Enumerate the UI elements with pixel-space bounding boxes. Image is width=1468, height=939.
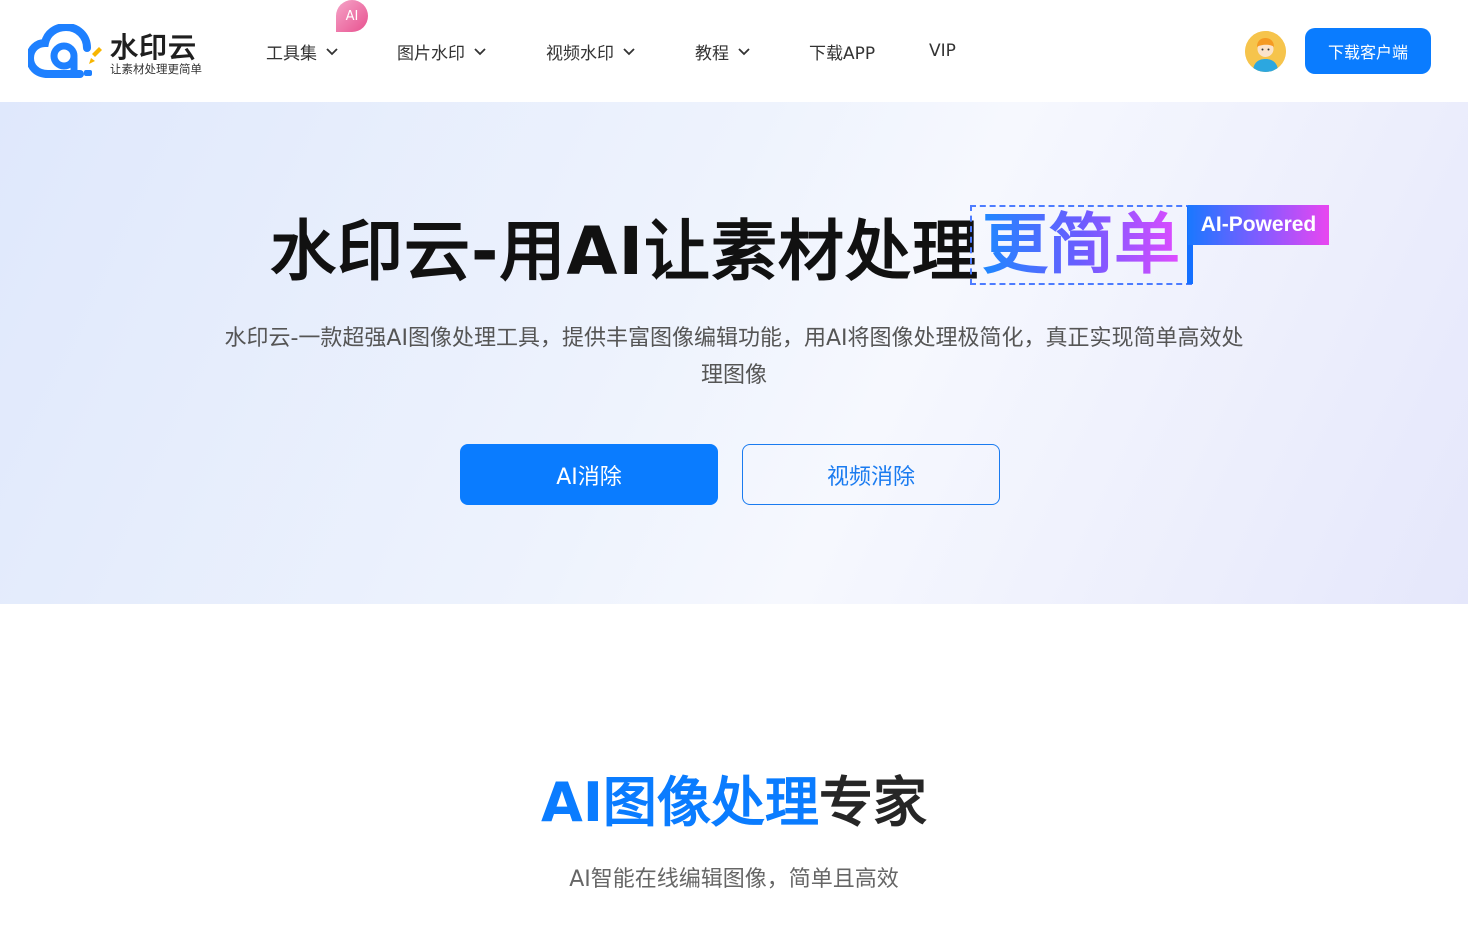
nav-item-label: 教程 <box>695 43 729 64</box>
nav-item-label: VIP <box>929 41 956 61</box>
section-title: AI图像处理专家 <box>0 768 1468 838</box>
nav-item-download-app[interactable]: 下载APP <box>809 38 875 64</box>
brand-logo[interactable]: 水印云 让素材处理更简单 <box>28 24 218 80</box>
hero-highlight-text: 更简单 <box>982 206 1180 283</box>
hero-title: 水印云-用AI让素材处理 <box>270 213 980 290</box>
section-subtitle: AI智能在线编辑图像，简单且高效 <box>569 867 899 892</box>
ai-powered-tag: AI-Powered <box>1188 205 1329 245</box>
hero-description: 水印云-一款超强AI图像处理工具，提供丰富图像编辑功能，用AI将图像处理极简化，… <box>224 326 1244 388</box>
nav-item-label: 工具集 <box>266 43 317 64</box>
video-remove-button[interactable]: 视频消除 <box>742 444 1000 505</box>
chevron-down-icon <box>738 48 750 56</box>
nav-item-tutorials[interactable]: 教程 <box>695 38 751 64</box>
chevron-down-icon <box>474 48 486 56</box>
brand-slogan: 让素材处理更简单 <box>110 62 202 76</box>
ai-remove-button[interactable]: AI消除 <box>460 444 718 505</box>
nav-item-image-watermark[interactable]: 图片水印 <box>397 38 487 64</box>
nav-item-toolset[interactable]: 工具集 <box>266 38 339 64</box>
user-avatar-icon[interactable] <box>1245 31 1286 72</box>
nav-item-label: 下载APP <box>809 43 876 64</box>
chevron-down-icon <box>623 48 635 56</box>
nav-item-video-watermark[interactable]: 视频水印 <box>546 38 636 64</box>
top-navbar: 水印云 让素材处理更简单 工具集 AI 图片水印 视频水印 教程 下载APP V… <box>0 0 1468 102</box>
hero-banner: 水印云-用AI让素材处理 更简单 AI-Powered 水印云-一款超强AI图像… <box>0 102 1468 604</box>
ai-badge: AI <box>336 0 368 32</box>
section-title-rest: 专家 <box>818 771 927 834</box>
hero-title-highlight: 更简单 <box>970 205 1192 285</box>
brand-name: 水印云 <box>110 31 198 64</box>
avatar-illustration <box>1245 31 1286 72</box>
nav-item-label: 图片水印 <box>397 43 465 64</box>
nav-item-vip[interactable]: VIP <box>929 38 956 64</box>
nav-item-label: 视频水印 <box>546 43 614 64</box>
chevron-down-icon <box>326 48 338 56</box>
cloud-logo-icon <box>28 24 102 78</box>
download-client-button[interactable]: 下载客户端 <box>1305 28 1431 74</box>
section-title-highlight: AI图像处理 <box>541 771 819 834</box>
